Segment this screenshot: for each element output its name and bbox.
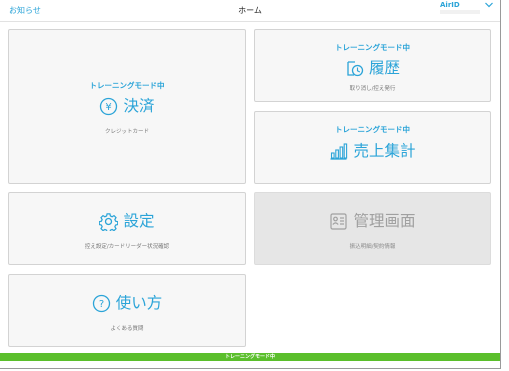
profile-document-icon: [330, 212, 348, 230]
app-window: お知らせ ホーム AirID トレーニングモード中 ¥ 決済 クレジットカード …: [0, 0, 501, 369]
gear-icon: [99, 212, 119, 231]
management-subtext: 振込明細/契約情報: [349, 244, 396, 250]
page-title: ホーム: [238, 6, 262, 15]
help-tile[interactable]: ? 使い方 よくある質問: [8, 274, 246, 347]
history-label: 履歴: [368, 59, 400, 77]
payment-tile[interactable]: トレーニングモード中 ¥ 決済 クレジットカード: [8, 29, 246, 184]
history-clock-icon: [347, 60, 364, 76]
settings-title-row: 設定: [9, 210, 245, 232]
history-subtext: 取り消し/控え発行: [349, 86, 396, 92]
payment-subtext: クレジットカード: [104, 129, 149, 135]
sales-title-row: 売上集計: [255, 140, 490, 162]
sales-label: 売上集計: [353, 142, 416, 160]
settings-tile[interactable]: 設定 控え設定/カードリーダー状況確認: [8, 192, 246, 265]
payment-title-row: ¥ 決済: [9, 95, 245, 117]
yen-circle-icon: ¥: [100, 97, 118, 115]
help-label: 使い方: [115, 294, 163, 312]
training-mode-label: トレーニングモード中: [335, 125, 410, 134]
svg-text:?: ?: [99, 299, 104, 310]
settings-subtext: 控え設定/カードリーダー状況確認: [84, 244, 170, 250]
management-tile: 管理画面 振込明細/契約情報: [254, 192, 491, 265]
history-title-row: 履歴: [255, 57, 490, 79]
settings-label: 設定: [123, 212, 155, 230]
payment-label: 決済: [123, 97, 155, 115]
account-name-placeholder: [440, 10, 480, 14]
training-mode-bar: トレーニングモード中: [0, 353, 500, 361]
training-mode-label: トレーニングモード中: [335, 43, 410, 52]
question-circle-icon: ?: [92, 294, 110, 312]
help-subtext: よくある質問: [110, 326, 144, 332]
top-header: お知らせ ホーム AirID: [0, 0, 500, 22]
training-mode-label: トレーニングモード中: [89, 81, 165, 90]
account-menu-button[interactable]: AirID: [440, 1, 460, 9]
bar-chart-icon: [330, 142, 348, 160]
help-title-row: ? 使い方: [9, 292, 245, 314]
history-tile[interactable]: トレーニングモード中 履歴 取り消し/控え発行: [254, 29, 491, 102]
sales-summary-tile[interactable]: トレーニングモード中 売上集計: [254, 111, 491, 184]
management-label: 管理画面: [353, 212, 416, 230]
management-title-row: 管理画面: [255, 210, 490, 232]
chevron-down-icon[interactable]: [484, 1, 494, 9]
svg-text:¥: ¥: [106, 102, 112, 113]
